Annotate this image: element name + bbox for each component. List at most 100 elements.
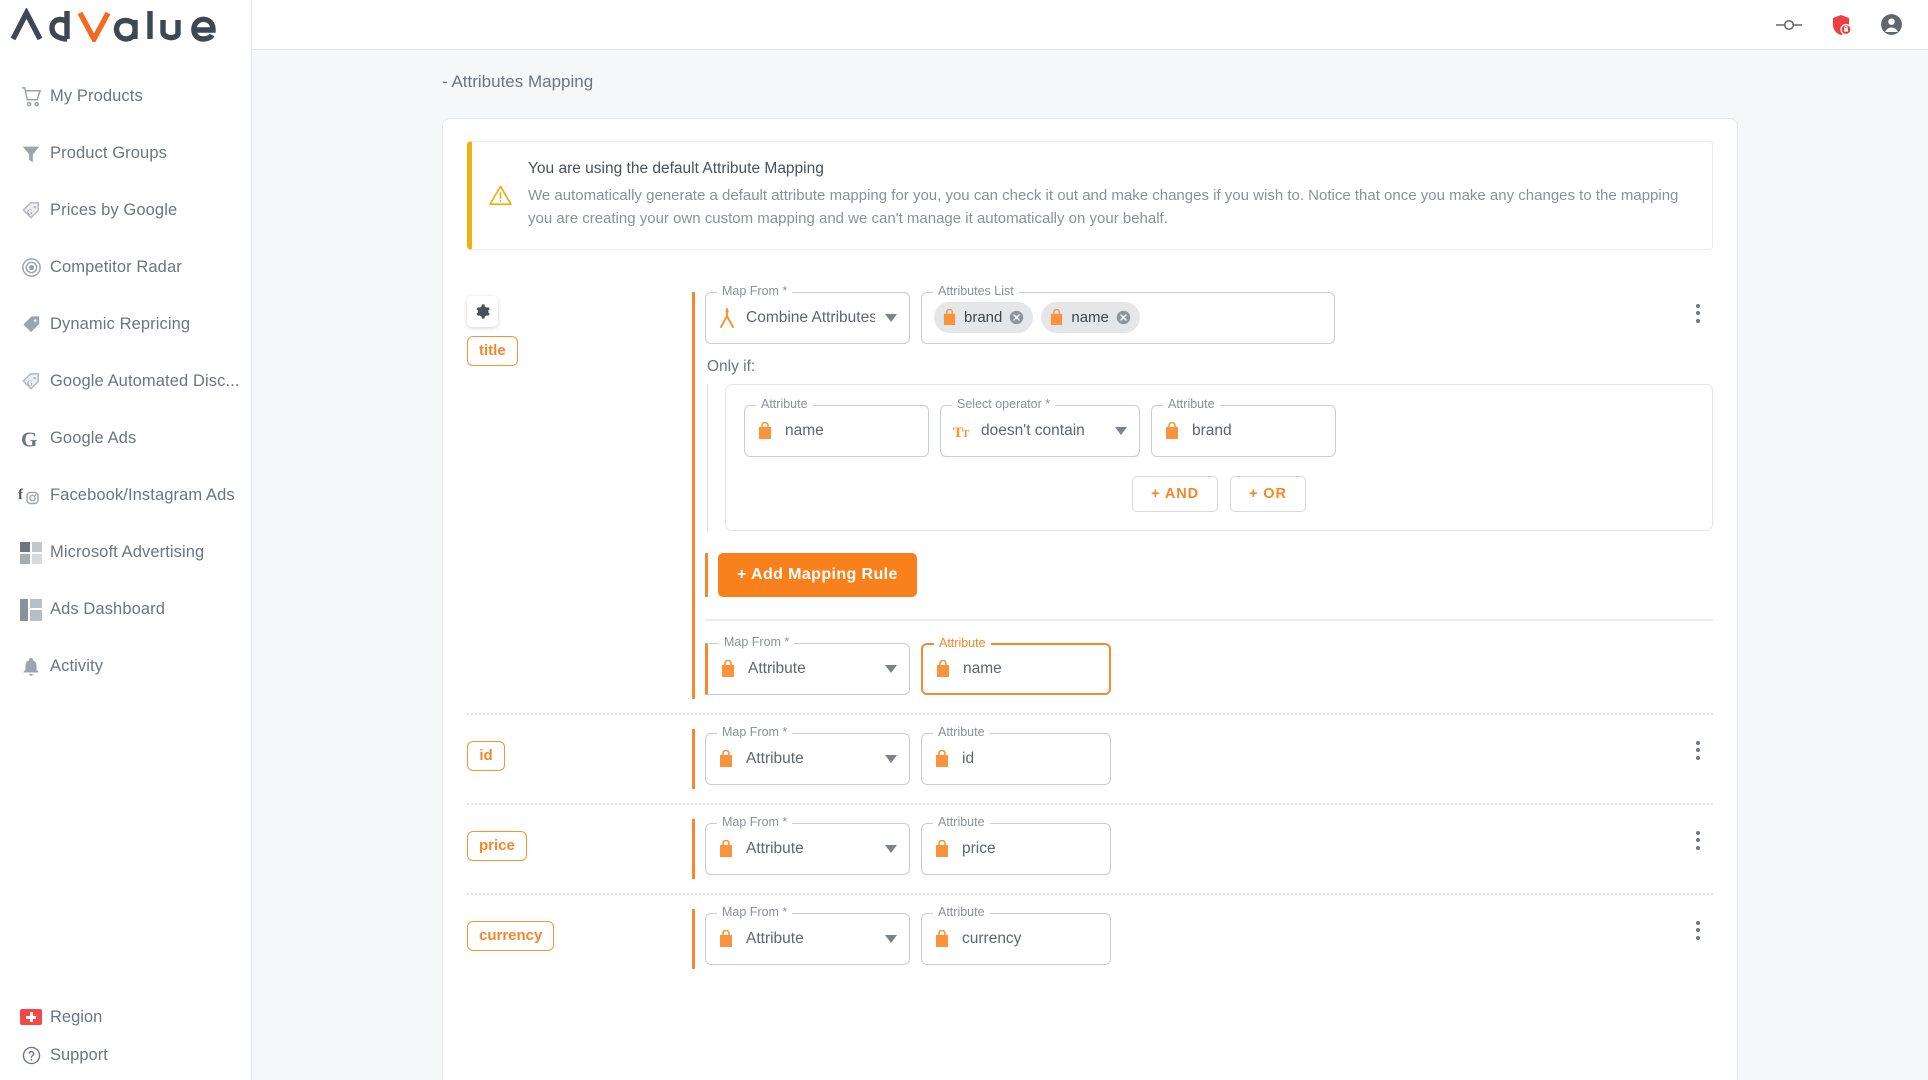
attribute-label: Attribute — [934, 636, 991, 649]
section-divider — [705, 618, 1713, 621]
sidebar-item-my-products[interactable]: My Products — [0, 68, 251, 125]
condition-rail — [707, 383, 708, 531]
close-icon[interactable] — [1009, 310, 1024, 325]
row-more-options-button[interactable] — [1687, 920, 1709, 940]
condition-right-attribute-field[interactable]: Attribute brand — [1151, 397, 1336, 457]
map-from-select-title[interactable]: Map From * Combine Attributes — [705, 284, 910, 344]
row-fields-id: Map From * Attribute Attribute id — [705, 725, 1713, 785]
attribute-input-id[interactable]: Attribute id — [921, 725, 1111, 785]
attribute-input-price[interactable]: Attribute price — [921, 815, 1111, 875]
attribute-value: name — [963, 659, 1002, 677]
mapping-row-currency: currency Map From * Attribute Attribute … — [467, 892, 1713, 983]
close-icon[interactable] — [1116, 310, 1131, 325]
sidebar-item-prices-by-google[interactable]: G Prices by Google — [0, 182, 251, 239]
sidebar-item-facebook-instagram-ads[interactable]: f Facebook/Instagram Ads — [0, 467, 251, 524]
sidebar-item-google-automated-discovery[interactable]: G Google Automated Disc... — [0, 353, 251, 410]
pipeline-node-icon[interactable] — [1775, 16, 1803, 34]
sidebar-item-competitor-radar[interactable]: Competitor Radar — [0, 239, 251, 296]
attribute-input-currency[interactable]: Attribute currency — [921, 905, 1111, 965]
attribute-value: currency — [962, 929, 1022, 947]
svg-text:f: f — [18, 487, 24, 503]
add-or-condition-button[interactable]: + OR — [1230, 475, 1306, 512]
sidebar-item-label: Dynamic Repricing — [50, 315, 191, 333]
top-bar — [252, 0, 1928, 50]
map-from-select-price[interactable]: Map From * Attribute — [705, 815, 910, 875]
sidebar-item-google-ads[interactable]: G Google Ads — [0, 410, 251, 467]
sidebar-item-label: Prices by Google — [50, 201, 178, 219]
destination-chip-id[interactable]: id — [467, 740, 505, 771]
sidebar-item-region[interactable]: Region — [0, 998, 251, 1036]
attribute-label: Attribute — [933, 725, 990, 738]
chevron-down-icon — [875, 840, 897, 858]
attribute-value: id — [962, 749, 975, 767]
row-more-options-button[interactable] — [1687, 830, 1709, 850]
funnel-icon — [12, 143, 50, 165]
map-from-select-secondary[interactable]: Map From * Attribute — [705, 635, 910, 695]
price-tag-google-icon: G — [12, 370, 50, 393]
map-from-label: Map From * — [717, 905, 793, 918]
sidebar-item-activity[interactable]: Activity — [0, 638, 251, 695]
row-main-currency: Map From * Attribute Attribute currency — [692, 905, 1713, 969]
sidebar-item-label: Ads Dashboard — [50, 600, 166, 618]
only-if-label: Only if: — [707, 357, 756, 375]
mapping-row-title: title Map From * Combine Attributes Attr… — [467, 278, 1713, 713]
destination-chip-price[interactable]: price — [467, 830, 527, 861]
sidebar-item-support[interactable]: Support — [0, 1036, 251, 1074]
app-root: My Products Product Groups G Prices by G… — [0, 0, 1928, 1080]
row-more-options-button[interactable] — [1687, 303, 1709, 323]
attribute-bag-icon — [1164, 421, 1192, 440]
attribute-bag-icon — [720, 659, 748, 678]
attribute-bag-icon — [935, 659, 963, 678]
attributes-list-field[interactable]: Attributes List brand name — [921, 284, 1335, 344]
condition-operator-select[interactable]: Select operator * T T doesn't contain — [940, 397, 1140, 457]
app-logo[interactable] — [0, 0, 251, 50]
cart-icon — [12, 85, 50, 108]
google-g-icon: G — [12, 427, 50, 451]
facebook-instagram-icon: f — [12, 484, 50, 507]
sidebar-item-label: Google Ads — [50, 429, 137, 447]
attribute-label: Attribute — [933, 905, 990, 918]
condition-fields: Attribute name Select operator * T T doe… — [744, 397, 1694, 457]
sidebar-item-dynamic-repricing[interactable]: Dynamic Repricing — [0, 296, 251, 353]
attribute-input-secondary[interactable]: Attribute name — [921, 636, 1111, 695]
mapping-row-price: price Map From * Attribute Attribute pri… — [467, 802, 1713, 893]
map-from-value: Attribute — [746, 929, 804, 947]
destination-chip-title[interactable]: title — [467, 335, 518, 366]
account-avatar-icon[interactable] — [1879, 12, 1904, 37]
sidebar-item-label: Support — [50, 1045, 108, 1064]
condition-left-attribute-value: name — [785, 421, 824, 439]
sidebar-item-ads-dashboard[interactable]: Ads Dashboard — [0, 581, 251, 638]
attribute-bag-icon — [934, 929, 962, 948]
security-shield-icon[interactable] — [1829, 13, 1853, 37]
row-fields-title: Map From * Combine Attributes Attributes… — [705, 284, 1713, 344]
page-title: - Attributes Mapping — [442, 72, 594, 91]
sidebar-item-microsoft-advertising[interactable]: Microsoft Advertising — [0, 524, 251, 581]
add-mapping-rule-button[interactable]: + Add Mapping Rule — [718, 552, 917, 597]
map-from-select-currency[interactable]: Map From * Attribute — [705, 905, 910, 965]
row-fields-currency: Map From * Attribute Attribute currency — [705, 905, 1713, 965]
row-settings-gear-button[interactable] — [467, 295, 498, 327]
add-and-condition-button[interactable]: + AND — [1132, 475, 1218, 512]
attribute-label: Attribute — [933, 815, 990, 828]
attribute-chip[interactable]: name — [1041, 302, 1140, 333]
radar-icon — [12, 256, 50, 279]
row-left-price: price — [467, 819, 692, 861]
row-more-options-button[interactable] — [1687, 740, 1709, 760]
map-from-select-id[interactable]: Map From * Attribute — [705, 725, 910, 785]
text-format-icon: T T — [953, 422, 981, 440]
row-left-title: title — [467, 292, 692, 366]
microsoft-squares-icon — [12, 541, 50, 564]
sidebar-item-product-groups[interactable]: Product Groups — [0, 125, 251, 182]
select-operator-label: Select operator * — [952, 397, 1056, 410]
attribute-bag-icon — [943, 309, 956, 325]
map-from-value: Combine Attributes — [746, 308, 875, 326]
tag-icon — [12, 313, 50, 336]
map-from-value: Attribute — [746, 749, 804, 767]
attribute-chip-label: brand — [964, 309, 1003, 326]
attribute-chip-list: brand name — [934, 302, 1140, 333]
destination-chip-currency[interactable]: currency — [467, 920, 555, 951]
condition-left-attribute-field[interactable]: Attribute name — [744, 397, 929, 457]
attribute-chip[interactable]: brand — [934, 302, 1034, 333]
sidebar-item-label: Activity — [50, 657, 104, 675]
chevron-down-icon — [875, 750, 897, 768]
